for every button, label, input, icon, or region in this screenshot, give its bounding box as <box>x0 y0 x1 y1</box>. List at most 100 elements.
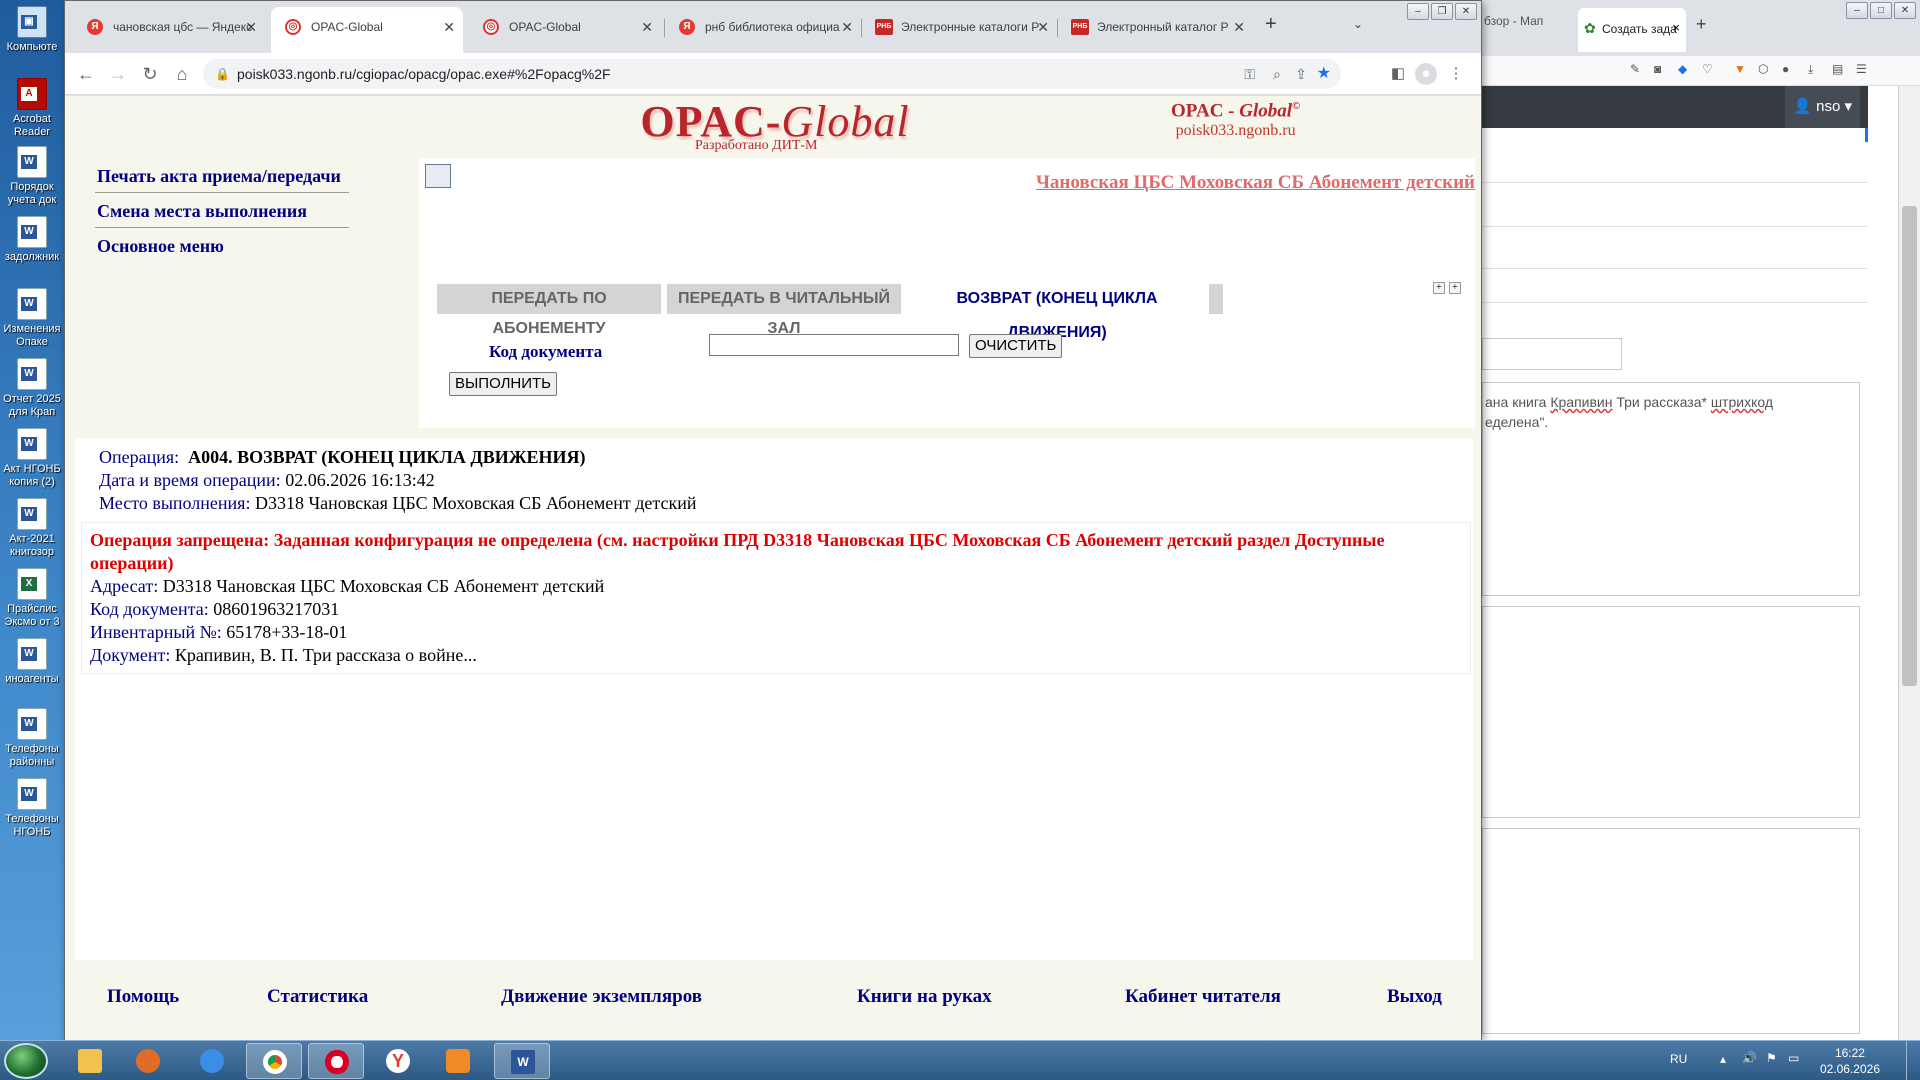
scrollbar-thumb[interactable] <box>1902 206 1917 686</box>
taskbar-word[interactable]: W <box>494 1043 550 1079</box>
zoom-icon[interactable]: ⌕ <box>1273 59 1281 89</box>
side-panel-icon[interactable]: ◧ <box>1387 63 1409 85</box>
execute-button[interactable]: ВЫПОЛНИТЬ <box>449 372 558 396</box>
tab-5[interactable]: РНБ Электронные каталоги Р ✕ <box>861 9 1057 45</box>
taskbar-media[interactable] <box>430 1043 486 1079</box>
desktop-icon-doc-9[interactable]: W Телефоны НГОНБ <box>0 778 64 839</box>
close-icon[interactable]: ✕ <box>641 9 653 45</box>
tab-more[interactable] <box>1209 284 1223 314</box>
desktop-icon-doc-7[interactable]: Wиноагенты <box>0 638 64 686</box>
language-indicator[interactable]: RU <box>1670 1052 1687 1066</box>
nav-help[interactable]: Помощь <box>107 986 179 1008</box>
close-icon[interactable]: ✕ <box>1037 9 1049 45</box>
reader-icon[interactable]: ▤ <box>1832 62 1843 76</box>
profile-icon[interactable]: ● <box>1782 62 1789 76</box>
close-icon[interactable]: ✕ <box>841 9 853 45</box>
show-desktop-button[interactable] <box>1906 1041 1920 1080</box>
desktop-icon-xls[interactable]: X Прайслис Эксмо от 3 <box>0 568 64 629</box>
desktop-icon-doc-3[interactable]: W Изменения Опаке <box>0 288 64 349</box>
nav-reader-cabinet[interactable]: Кабинет читателя <box>1125 986 1281 1008</box>
desktop-icon-doc-1[interactable]: W Порядок учета док <box>0 146 64 207</box>
tab-scroll-left-icon[interactable]: + <box>1433 282 1445 294</box>
maximize-icon[interactable]: □ <box>1870 2 1892 19</box>
extension-icon[interactable]: ⬡ <box>1758 62 1768 76</box>
tray-arrow-icon[interactable]: ▴ <box>1720 1052 1726 1066</box>
taskbar-ie[interactable] <box>184 1043 240 1079</box>
background-textarea-1[interactable]: ана книга Крапивин Три рассказа* штрихко… <box>1482 382 1860 596</box>
new-tab-button[interactable]: + <box>1265 13 1277 36</box>
user-menu[interactable]: 👤 nso ▾ <box>1785 86 1860 128</box>
scrollbar[interactable] <box>1898 86 1920 1040</box>
minimize-icon[interactable]: – <box>1846 2 1868 19</box>
desktop-icon-computer[interactable]: ▣ Компьюте <box>0 6 64 54</box>
minimize-icon[interactable]: – <box>1407 3 1429 20</box>
nav-exit[interactable]: Выход <box>1387 986 1442 1008</box>
desktop-icon-doc-6[interactable]: W Акт-2021 книгозор <box>0 498 64 559</box>
desktop-icon-doc-8[interactable]: W Телефоны районны <box>0 708 64 769</box>
share-icon[interactable]: ⇪ <box>1295 59 1307 89</box>
taskbar-opera[interactable] <box>308 1043 364 1079</box>
back-icon[interactable]: ← <box>73 61 99 87</box>
nav-books-on-hand[interactable]: Книги на руках <box>857 986 992 1008</box>
key-icon[interactable]: ⚿ <box>1244 59 1255 89</box>
nav-change-place[interactable]: Смена места выполнения <box>95 193 349 228</box>
tab-3[interactable]: ◎ OPAC-Global ✕ <box>469 9 661 45</box>
restore-icon[interactable]: ❐ <box>1431 3 1453 20</box>
address-bar[interactable]: 🔒 poisk033.ngonb.ru/cgiopac/opacg/opac.ex… <box>203 59 1341 89</box>
close-icon[interactable]: × <box>1672 20 1680 35</box>
screenshot-icon[interactable]: ◙ <box>1654 62 1661 76</box>
taskbar-yandex[interactable]: Y <box>370 1043 426 1079</box>
edit-icon[interactable]: ✎ <box>1630 62 1640 76</box>
tab-1[interactable]: Ячановская цбс — Яндекс ✕ <box>73 9 265 45</box>
taskbar-chrome[interactable] <box>246 1043 302 1079</box>
clock[interactable]: 16:22 02.06.2026 <box>1820 1045 1880 1077</box>
tab-return[interactable]: ВОЗВРАТ (КОНЕЦ ЦИКЛА ДВИЖЕНИЯ) <box>909 282 1205 341</box>
background-tab-1[interactable]: бзор - Мап <box>1484 14 1543 28</box>
location-link[interactable]: Чановская ЦБС Моховская СБ Абонемент дет… <box>1036 172 1475 194</box>
menu-icon[interactable]: ☰ <box>1856 62 1867 76</box>
tab-transfer-subscription[interactable]: ПЕРЕДАТЬ ПО АБОНЕМЕНТУ <box>437 284 661 337</box>
shield-icon[interactable]: ◆ <box>1678 62 1687 76</box>
home-icon[interactable]: ⌂ <box>169 61 195 87</box>
taskbar-app-2[interactable] <box>120 1043 176 1079</box>
background-input[interactable] <box>1482 338 1622 370</box>
tab-scroll-right-icon[interactable]: + <box>1449 282 1461 294</box>
flag-icon[interactable]: ⚑ <box>1766 1051 1777 1065</box>
heart-icon[interactable]: ♡ <box>1702 62 1713 76</box>
reload-icon[interactable]: ↻ <box>137 61 163 87</box>
nav-copy-movement[interactable]: Движение экземпляров <box>501 986 702 1008</box>
close-icon[interactable]: ✕ <box>245 9 257 45</box>
brave-icon[interactable]: ▼ <box>1734 62 1746 76</box>
nav-statistics[interactable]: Статистика <box>267 986 368 1008</box>
forward-icon[interactable]: → <box>105 61 131 87</box>
network-icon[interactable]: ▭ <box>1788 1051 1799 1065</box>
background-textarea-3[interactable] <box>1482 828 1860 1034</box>
desktop-icon-doc-4[interactable]: W Отчет 2025 для Крап <box>0 358 64 419</box>
nav-main-menu[interactable]: Основное меню <box>95 228 349 262</box>
nav-print-act[interactable]: Печать акта приема/передачи <box>95 158 349 193</box>
download-icon[interactable]: ⤓ <box>1808 62 1813 77</box>
background-tab-2[interactable]: ✿ Создать зада × <box>1578 8 1686 52</box>
tab-6[interactable]: РНБ Электронный каталог Р ✕ <box>1057 9 1253 45</box>
taskbar-explorer[interactable] <box>62 1043 118 1079</box>
desktop-icon-doc-5[interactable]: W Акт НГОНБ копия (2) <box>0 428 64 489</box>
bookmark-star-icon[interactable]: ★ <box>1317 59 1331 89</box>
close-icon[interactable]: ✕ <box>1233 9 1245 45</box>
start-button[interactable] <box>4 1043 48 1079</box>
desktop-icon-doc-2[interactable]: Wзадолжник <box>0 216 64 264</box>
desktop-icon-acrobat[interactable]: A Acrobat Reader <box>0 78 64 139</box>
volume-icon[interactable]: 🔊 <box>1742 1051 1757 1065</box>
close-window-icon[interactable]: ✕ <box>1894 2 1916 19</box>
tab-2[interactable]: ◎ OPAC-Global ✕ <box>271 7 463 53</box>
tab-transfer-reading-room[interactable]: ПЕРЕДАТЬ В ЧИТАЛЬНЫЙ ЗАЛ <box>667 284 901 337</box>
tab-4[interactable]: Ярнб библиотека официа ✕ <box>665 9 861 45</box>
close-window-icon[interactable]: ✕ <box>1455 3 1477 20</box>
doc-code-input[interactable] <box>709 334 959 356</box>
background-textarea-2[interactable] <box>1482 606 1860 818</box>
tab-search-icon[interactable]: ⌄ <box>1353 17 1363 31</box>
profile-avatar-icon[interactable]: ● <box>1415 63 1437 85</box>
clear-button[interactable]: ОЧИСТИТЬ <box>969 334 1063 358</box>
close-icon[interactable]: ✕ <box>443 7 455 47</box>
kebab-menu-icon[interactable]: ⋮ <box>1445 63 1467 85</box>
new-tab-icon[interactable]: + <box>1696 14 1707 35</box>
